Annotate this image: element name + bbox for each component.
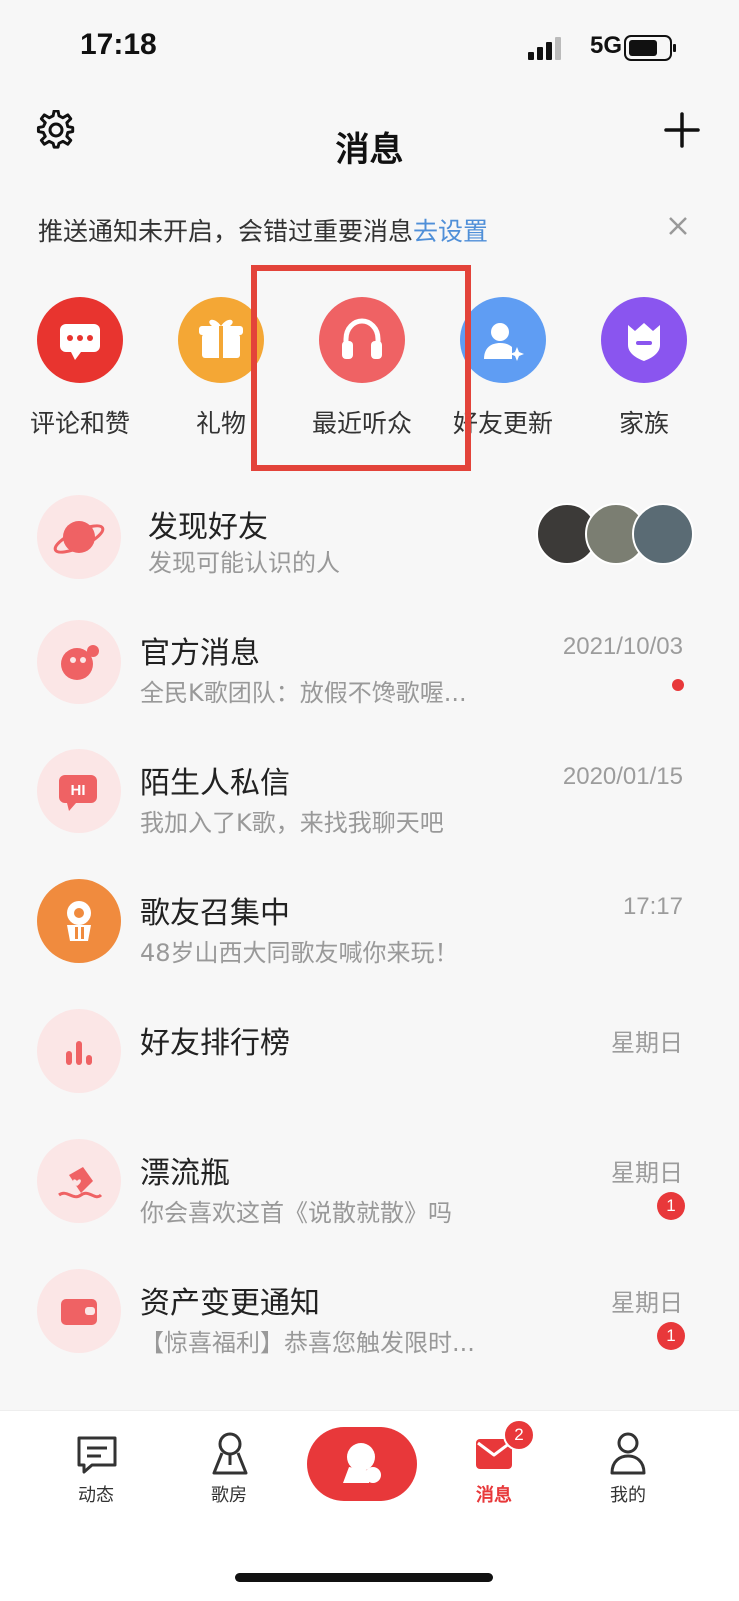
wallet-icon: [37, 1269, 121, 1353]
sing-center-button[interactable]: [307, 1427, 417, 1501]
list-item-title: 陌生人私信: [140, 766, 290, 801]
list-item-time: 星期日: [611, 1160, 683, 1187]
mic-group-icon: [37, 879, 121, 963]
add-icon[interactable]: [664, 112, 700, 148]
list-item-time: 2020/01/15: [562, 763, 683, 790]
planet-icon: [37, 495, 121, 579]
messages-badge: 2: [503, 1419, 535, 1451]
hi-icon: HI: [37, 749, 121, 833]
push-notice-banner: 推送通知未开启，会错过重要消息去设置: [38, 212, 488, 248]
bottle-icon: [37, 1139, 121, 1223]
list-item-title: 漂流瓶: [140, 1156, 230, 1191]
list-item-time: 17:17: [622, 893, 683, 920]
svg-text:HI: HI: [71, 782, 86, 799]
list-item-subtitle: 你会喜欢这首《说散就散》吗: [140, 1199, 452, 1227]
avatar: [632, 503, 694, 565]
user-star-icon: [460, 297, 546, 383]
mic-room-icon: [212, 1432, 248, 1475]
tab-label: 动态: [78, 1485, 114, 1506]
highlight-annotation: [251, 265, 471, 471]
shield-crown-icon: [601, 297, 687, 383]
list-item-subtitle: 【惊喜福利】恭喜您触发限时...: [140, 1329, 475, 1357]
tab-label: 歌房: [211, 1485, 247, 1506]
go-settings-link[interactable]: 去设置: [413, 217, 488, 246]
list-item-time: 星期日: [611, 1290, 683, 1317]
list-item-time: 2021/10/03: [562, 633, 683, 660]
list-item-title: 发现好友: [148, 510, 268, 545]
close-icon[interactable]: [666, 214, 690, 238]
list-item-title: 官方消息: [140, 636, 260, 671]
list-item-subtitle: 我加入了K歌，来找我聊天吧: [140, 809, 444, 837]
signal-icon: [528, 37, 561, 60]
official-icon: [37, 620, 121, 704]
battery-icon: [624, 35, 676, 61]
sing-icon: [343, 1443, 381, 1483]
home-indicator: [235, 1573, 493, 1582]
unread-badge: 1: [657, 1322, 685, 1350]
list-item-title: 歌友召集中: [140, 896, 290, 931]
bar-chart-icon: [37, 1009, 121, 1093]
tab-label: 消息: [476, 1485, 512, 1506]
feed-icon: [77, 1436, 117, 1474]
user-icon: [610, 1432, 646, 1475]
network-type: 5G: [590, 32, 623, 59]
list-item-subtitle: 全民K歌团队：放假不馋歌喔...: [140, 679, 467, 707]
push-notice-text: 推送通知未开启，会错过重要消息: [38, 217, 414, 246]
shortcut-label: 家族: [618, 409, 669, 438]
page-title: 消息: [335, 130, 404, 170]
unread-dot: [672, 679, 684, 691]
list-item-time: 星期日: [611, 1030, 683, 1057]
status-time: 17:18: [80, 28, 157, 61]
comment-icon: [37, 297, 123, 383]
list-item-title: 好友排行榜: [140, 1026, 290, 1061]
tab-label: 我的: [610, 1485, 646, 1506]
list-item-subtitle: 发现可能认识的人: [148, 549, 340, 577]
list-item-subtitle: 48岁山西大同歌友喊你来玩！: [140, 939, 459, 967]
list-item-title: 资产变更通知: [140, 1286, 320, 1321]
shortcut-label: 评论和赞: [29, 409, 130, 438]
unread-badge: 1: [657, 1192, 685, 1220]
